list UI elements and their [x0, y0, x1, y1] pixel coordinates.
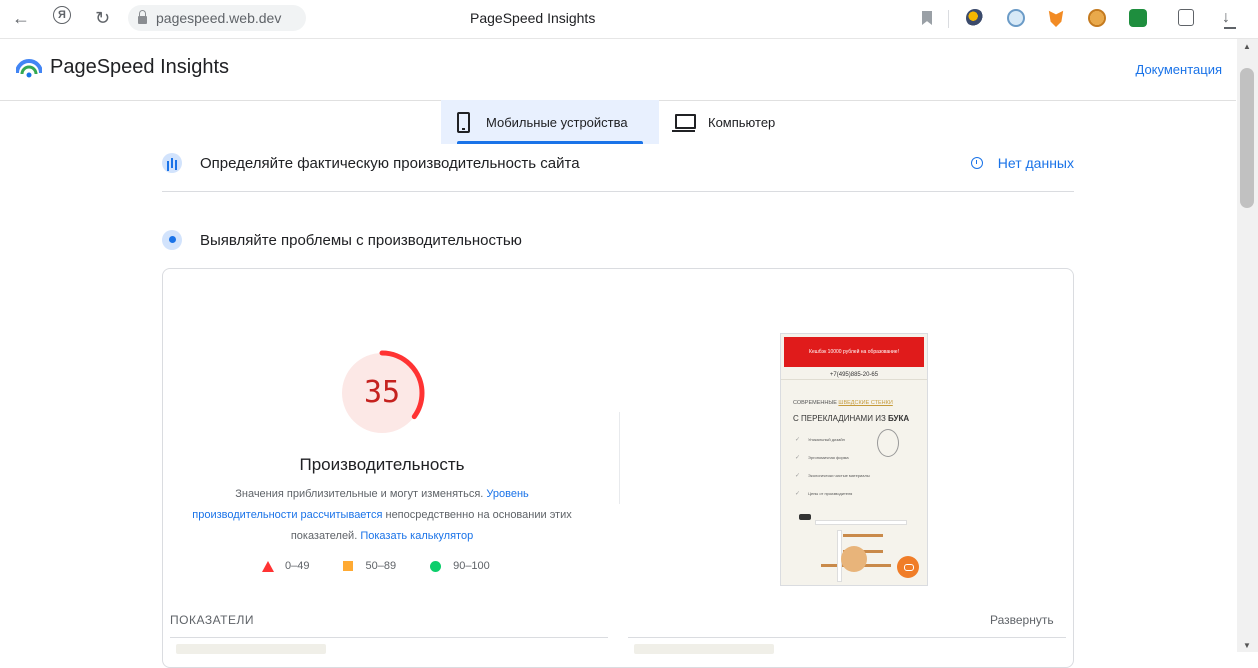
- preview-item: Уникальный дизайн: [795, 436, 845, 443]
- legend-average-label: 50–89: [365, 560, 397, 572]
- circle-icon: [430, 560, 442, 572]
- extension-icon-2[interactable]: [1007, 9, 1025, 27]
- extensions-puzzle-icon[interactable]: [1178, 9, 1194, 26]
- expand-button[interactable]: Развернуть: [990, 613, 1054, 627]
- no-data-status[interactable]: Нет данных: [970, 155, 1074, 171]
- preview-rung-image: [843, 534, 883, 537]
- legend-poor: 0–49: [262, 560, 309, 572]
- scroll-up-icon[interactable]: ▲: [1243, 42, 1251, 51]
- laptop-icon: [672, 113, 696, 132]
- tab-mobile-label: Мобильные устройства: [486, 114, 628, 130]
- preview-item: Цены от производителя: [795, 490, 852, 497]
- legend-good: 90–100: [430, 560, 490, 572]
- app-header: PageSpeed Insights Документация: [0, 39, 1236, 101]
- lab-data-title: Выявляйте проблемы с производительностью: [200, 231, 522, 249]
- performance-gauge: 35: [336, 347, 428, 439]
- tab-title: PageSpeed Insights: [470, 10, 596, 26]
- legend-average: 50–89: [343, 560, 396, 572]
- preview-item: Эргономичная форма: [795, 454, 849, 461]
- show-calculator-link[interactable]: Показать калькулятор: [360, 530, 473, 542]
- metrics-heading: ПОКАЗАТЕЛИ: [170, 613, 254, 627]
- address-text: pagespeed.web.dev: [156, 10, 282, 26]
- preview-heading-1a: СОВРЕМЕННЫЕ: [793, 400, 839, 406]
- card-vertical-divider: [619, 412, 620, 504]
- tab-desktop-label: Компьютер: [708, 114, 776, 130]
- preview-chat-icon: [897, 556, 919, 578]
- info-icon: [970, 157, 983, 169]
- lab-data-icon: [162, 230, 182, 250]
- yandex-home-icon[interactable]: Я: [53, 6, 71, 24]
- tab-desktop[interactable]: Компьютер: [659, 100, 791, 144]
- scrollbar-thumb[interactable]: [1240, 68, 1254, 208]
- preview-heading-2: С ПЕРЕКЛАДИНАМИ ИЗ БУКА: [793, 414, 909, 423]
- no-data-label: Нет данных: [997, 155, 1074, 171]
- page-screenshot-preview: Кешбэк 10000 рублей на образование! +7(4…: [780, 333, 928, 586]
- preview-child-image: [841, 546, 867, 572]
- back-icon[interactable]: ←: [12, 8, 30, 28]
- preview-item: Экологически чистые материалы: [795, 472, 870, 479]
- legend-good-label: 90–100: [453, 560, 490, 572]
- score-legend: 0–49 50–89 90–100: [262, 560, 524, 572]
- preview-heading-1b: ШВЕДСКИЕ СТЕНКИ: [838, 400, 893, 406]
- performance-description: Значения приблизительные и могут изменят…: [192, 484, 572, 547]
- preview-crossbar-image: [815, 520, 907, 525]
- lab-data-section: Выявляйте проблемы с производительностью: [162, 226, 1074, 254]
- reload-icon[interactable]: ↻: [95, 8, 110, 28]
- desc-text-1: Значения приблизительные и могут изменят…: [235, 488, 487, 500]
- pagespeed-logo-icon: [16, 59, 42, 78]
- performance-label: Производительность: [299, 455, 465, 474]
- metric-row-peek: [176, 644, 326, 654]
- preview-banner: Кешбэк 10000 рублей на образование!: [784, 337, 924, 367]
- lock-icon: [138, 9, 147, 24]
- scroll-down-icon[interactable]: ▼: [1243, 641, 1251, 650]
- browser-toolbar: ← Я ↻ pagespeed.web.dev PageSpeed Insigh…: [0, 0, 1258, 39]
- address-bar[interactable]: pagespeed.web.dev: [128, 5, 306, 31]
- preview-phone: +7(495)885-20-65: [829, 372, 879, 378]
- preview-bar-image: [799, 514, 811, 520]
- metamask-icon[interactable]: [1048, 10, 1064, 27]
- field-data-title: Определяйте фактическую производительнос…: [200, 154, 580, 172]
- cookie-icon[interactable]: [1088, 9, 1106, 27]
- device-tabs: Мобильные устройства Компьютер: [441, 100, 791, 144]
- metrics-divider-right: [628, 637, 1066, 638]
- triangle-icon: [262, 560, 274, 572]
- smartphone-icon: [457, 111, 470, 133]
- preview-divider: [781, 379, 927, 380]
- download-icon[interactable]: ↓: [1222, 9, 1236, 29]
- performance-score: 35: [363, 375, 401, 410]
- section-divider: [162, 191, 1074, 192]
- legend-poor-label: 0–49: [285, 560, 310, 572]
- field-data-icon: [162, 153, 182, 173]
- metric-row-peek: [634, 644, 774, 654]
- preview-heading-2a: С ПЕРЕКЛАДИНАМИ ИЗ: [793, 414, 888, 423]
- extension-icon-5[interactable]: [1129, 9, 1147, 27]
- field-data-section: Определяйте фактическую производительнос…: [162, 149, 1074, 177]
- toolbar-divider: [948, 10, 949, 28]
- tab-mobile[interactable]: Мобильные устройства: [441, 100, 659, 144]
- extension-icon-1[interactable]: [966, 9, 984, 27]
- documentation-link[interactable]: Документация: [1136, 62, 1223, 77]
- bookmark-icon[interactable]: [922, 11, 932, 25]
- square-icon: [343, 561, 354, 571]
- preview-heading-2b: БУКА: [888, 414, 910, 423]
- metrics-divider-left: [170, 637, 608, 638]
- preview-heading-1: СОВРЕМЕННЫЕ ШВЕДСКИЕ СТЕНКИ: [793, 400, 893, 406]
- app-title: PageSpeed Insights: [50, 56, 230, 78]
- preview-rings-image: [877, 429, 899, 457]
